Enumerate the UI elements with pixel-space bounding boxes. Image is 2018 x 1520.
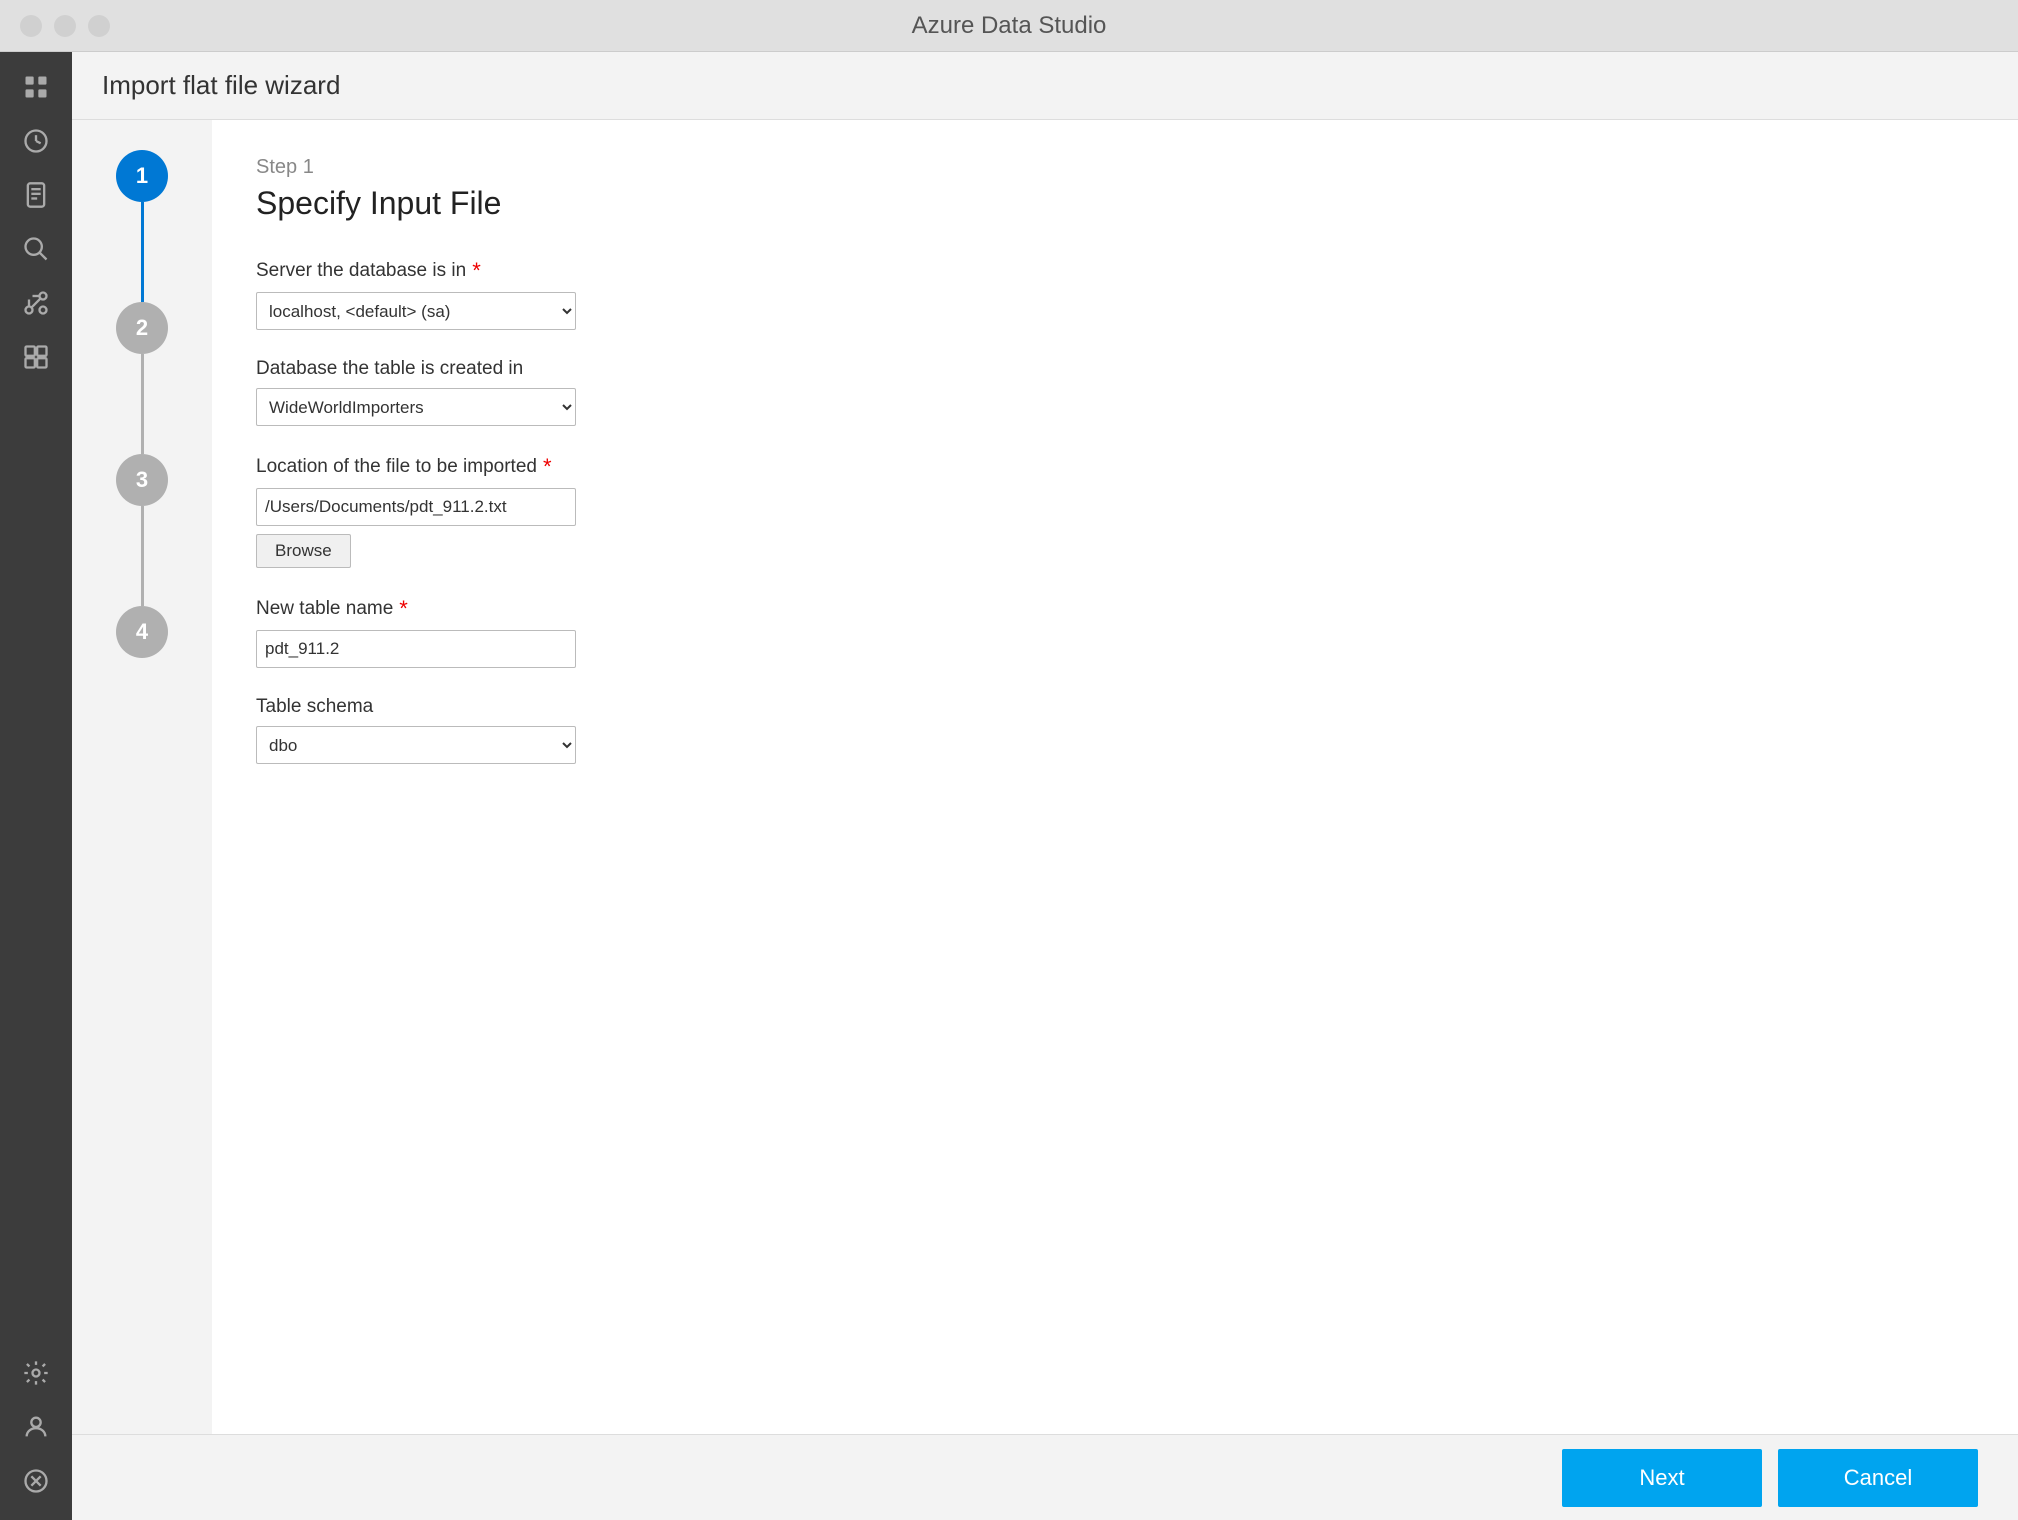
sidebar-item-explorer[interactable] [11,62,61,112]
table-name-required-star: * [399,596,408,622]
step-connector-1-2 [141,202,144,302]
wizard-title: Import flat file wizard [102,70,340,100]
step-connector-2-3 [141,354,144,454]
wizard-body: 1 2 3 4 [72,120,2018,1434]
content-area: Import flat file wizard 1 2 [72,52,2018,1520]
server-label: Server the database is in * [256,258,1974,284]
table-name-input[interactable] [256,630,576,668]
sidebar-item-git[interactable] [11,278,61,328]
database-field-group: Database the table is created in WideWor… [256,358,1974,426]
traffic-lights [20,15,110,37]
server-field-group: Server the database is in * localhost, <… [256,258,1974,330]
file-label: Location of the file to be imported * [256,454,1974,480]
step-3-item: 3 [116,454,168,506]
file-required-star: * [543,454,552,480]
sidebar-item-account[interactable] [11,1402,61,1452]
step-1-item: 1 [116,150,168,202]
database-select[interactable]: WideWorldImporters [256,388,576,426]
table-name-label: New table name * [256,596,1974,622]
database-label: Database the table is created in [256,358,1974,380]
step-2-item: 2 [116,302,168,354]
sidebar-item-settings[interactable] [11,1348,61,1398]
minimize-button[interactable] [54,15,76,37]
step-2-circle: 2 [116,302,168,354]
sidebar-item-search[interactable] [11,224,61,274]
sidebar-item-errors[interactable] [11,1456,61,1506]
sidebar-item-files[interactable] [11,170,61,220]
file-field-group: Location of the file to be imported * Br… [256,454,1974,568]
title-bar: Azure Data Studio [0,0,2018,52]
wizard-header: Import flat file wizard [72,52,2018,120]
schema-label: Table schema [256,696,1974,718]
close-button[interactable] [20,15,42,37]
window-title: Azure Data Studio [912,12,1107,40]
step-4-circle: 4 [116,606,168,658]
app-container: Import flat file wizard 1 2 [0,52,2018,1520]
step-title: Specify Input File [256,185,1974,222]
sidebar [0,52,72,1520]
maximize-button[interactable] [88,15,110,37]
next-button[interactable]: Next [1562,1449,1762,1507]
step-4-item: 4 [116,606,168,658]
step-connector-3-4 [141,506,144,606]
steps-panel: 1 2 3 4 [72,120,212,1434]
form-panel: Step 1 Specify Input File Server the dat… [212,120,2018,1434]
sidebar-item-history[interactable] [11,116,61,166]
step-3-circle: 3 [116,454,168,506]
server-required-star: * [472,258,481,284]
file-input[interactable] [256,488,576,526]
cancel-button[interactable]: Cancel [1778,1449,1978,1507]
wizard-footer: Next Cancel [72,1434,2018,1520]
step-1-circle: 1 [116,150,168,202]
schema-select[interactable]: dbo [256,726,576,764]
table-name-field-group: New table name * [256,596,1974,668]
browse-button[interactable]: Browse [256,534,351,568]
server-select[interactable]: localhost, <default> (sa) [256,292,576,330]
sidebar-item-extensions[interactable] [11,332,61,382]
schema-field-group: Table schema dbo [256,696,1974,764]
step-label: Step 1 [256,156,1974,179]
